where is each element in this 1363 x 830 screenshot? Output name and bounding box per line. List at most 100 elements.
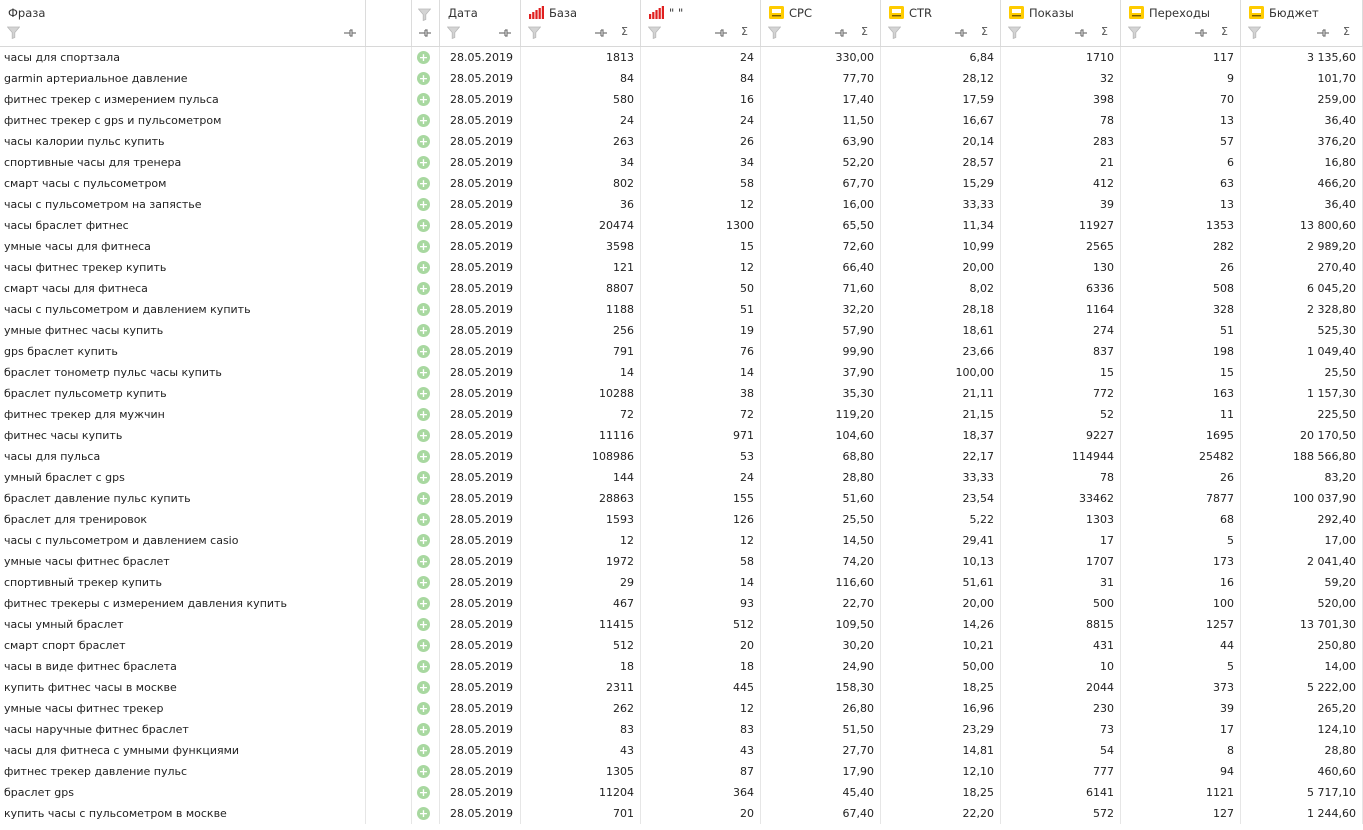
pin-icon[interactable] xyxy=(1195,29,1207,37)
column-title-phrase[interactable]: Фраза xyxy=(8,6,45,20)
column-title-shows[interactable]: Показы xyxy=(1029,6,1074,20)
cell-phrase[interactable]: часы для пульса xyxy=(0,446,366,467)
cell-phrase[interactable]: браслет gps xyxy=(0,782,366,803)
sum-icon[interactable]: Σ xyxy=(741,25,748,38)
table-row[interactable]: часы умный браслет +28.05.2019 11415 512 109… xyxy=(0,614,1363,635)
cell-quoted[interactable]: 50 xyxy=(641,278,761,299)
cell-cpc[interactable]: 17,40 xyxy=(761,89,881,110)
cell-cpc[interactable]: 72,60 xyxy=(761,236,881,257)
pin-icon[interactable] xyxy=(499,29,511,37)
cell-shows[interactable]: 777 xyxy=(1001,761,1121,782)
cell-ctr[interactable]: 6,84 xyxy=(881,47,1001,68)
cell-clicks[interactable]: 1353 xyxy=(1121,215,1241,236)
filter-icon[interactable] xyxy=(768,26,781,39)
cell-quoted[interactable]: 445 xyxy=(641,677,761,698)
add-icon[interactable]: + xyxy=(417,555,430,568)
cell-quoted[interactable]: 20 xyxy=(641,635,761,656)
cell-cpc[interactable]: 109,50 xyxy=(761,614,881,635)
cell-clicks[interactable]: 51 xyxy=(1121,320,1241,341)
cell-base[interactable]: 11204 xyxy=(521,782,641,803)
cell-ctr[interactable]: 20,00 xyxy=(881,593,1001,614)
cell-base[interactable]: 28863 xyxy=(521,488,641,509)
cell-date[interactable]: 28.05.2019 xyxy=(440,614,521,635)
table-row[interactable]: браслет пульсометр купить +28.05.2019 1028… xyxy=(0,383,1363,404)
cell-base[interactable]: 72 xyxy=(521,404,641,425)
cell-budget[interactable]: 520,00 xyxy=(1241,593,1363,614)
cell-budget[interactable]: 2 041,40 xyxy=(1241,551,1363,572)
cell-base[interactable]: 262 xyxy=(521,698,641,719)
cell-quoted[interactable]: 34 xyxy=(641,152,761,173)
add-icon[interactable]: + xyxy=(417,261,430,274)
cell-ctr[interactable]: 20,00 xyxy=(881,257,1001,278)
cell-budget[interactable]: 25,50 xyxy=(1241,362,1363,383)
cell-clicks[interactable]: 63 xyxy=(1121,173,1241,194)
cell-date[interactable]: 28.05.2019 xyxy=(440,782,521,803)
cell-base[interactable]: 1188 xyxy=(521,299,641,320)
table-row[interactable]: смарт часы с пульсометром +28.05.2019 802 5… xyxy=(0,173,1363,194)
cell-cpc[interactable]: 28,80 xyxy=(761,467,881,488)
cell-cpc[interactable]: 51,60 xyxy=(761,488,881,509)
cell-clicks[interactable]: 8 xyxy=(1121,740,1241,761)
cell-cpc[interactable]: 27,70 xyxy=(761,740,881,761)
cell-cpc[interactable]: 45,40 xyxy=(761,782,881,803)
cell-ctr[interactable]: 23,54 xyxy=(881,488,1001,509)
cell-shows[interactable]: 78 xyxy=(1001,110,1121,131)
cell-budget[interactable]: 259,00 xyxy=(1241,89,1363,110)
cell-ctr[interactable]: 11,34 xyxy=(881,215,1001,236)
cell-clicks[interactable]: 328 xyxy=(1121,299,1241,320)
column-header-budget[interactable]: Бюджет Σ xyxy=(1241,0,1363,46)
cell-base[interactable]: 256 xyxy=(521,320,641,341)
cell-base[interactable]: 11116 xyxy=(521,425,641,446)
cell-base[interactable]: 12 xyxy=(521,530,641,551)
cell-cpc[interactable]: 119,20 xyxy=(761,404,881,425)
cell-phrase[interactable]: фитнес трекеры с измерением давления куп… xyxy=(0,593,366,614)
cell-shows[interactable]: 837 xyxy=(1001,341,1121,362)
table-row[interactable]: часы с пульсометром и давлением купить +2… xyxy=(0,299,1363,320)
cell-cpc[interactable]: 116,60 xyxy=(761,572,881,593)
cell-base[interactable]: 3598 xyxy=(521,236,641,257)
cell-date[interactable]: 28.05.2019 xyxy=(440,467,521,488)
cell-base[interactable]: 34 xyxy=(521,152,641,173)
cell-clicks[interactable]: 7877 xyxy=(1121,488,1241,509)
cell-date[interactable]: 28.05.2019 xyxy=(440,47,521,68)
cell-shows[interactable]: 2565 xyxy=(1001,236,1121,257)
add-icon[interactable]: + xyxy=(417,471,430,484)
cell-budget[interactable]: 265,20 xyxy=(1241,698,1363,719)
cell-shows[interactable]: 230 xyxy=(1001,698,1121,719)
cell-ctr[interactable]: 21,15 xyxy=(881,404,1001,425)
cell-cpc[interactable]: 26,80 xyxy=(761,698,881,719)
sum-icon[interactable]: Σ xyxy=(1343,25,1350,38)
cell-phrase[interactable]: фитнес трекер давление пульс xyxy=(0,761,366,782)
cell-cpc[interactable]: 63,90 xyxy=(761,131,881,152)
add-icon[interactable]: + xyxy=(417,72,430,85)
cell-budget[interactable]: 466,20 xyxy=(1241,173,1363,194)
cell-quoted[interactable]: 512 xyxy=(641,614,761,635)
cell-cpc[interactable]: 74,20 xyxy=(761,551,881,572)
cell-date[interactable]: 28.05.2019 xyxy=(440,572,521,593)
cell-clicks[interactable]: 5 xyxy=(1121,530,1241,551)
cell-ctr[interactable]: 18,25 xyxy=(881,782,1001,803)
cell-phrase[interactable]: часы фитнес трекер купить xyxy=(0,257,366,278)
cell-budget[interactable]: 36,40 xyxy=(1241,194,1363,215)
pin-icon[interactable] xyxy=(419,29,431,37)
sum-icon[interactable]: Σ xyxy=(621,25,628,38)
cell-ctr[interactable]: 22,17 xyxy=(881,446,1001,467)
cell-budget[interactable]: 16,80 xyxy=(1241,152,1363,173)
cell-cpc[interactable]: 158,30 xyxy=(761,677,881,698)
cell-quoted[interactable]: 126 xyxy=(641,509,761,530)
cell-phrase[interactable]: спортивные часы для тренера xyxy=(0,152,366,173)
cell-ctr[interactable]: 22,20 xyxy=(881,803,1001,824)
cell-phrase[interactable]: фитнес трекер с измерением пульса xyxy=(0,89,366,110)
cell-base[interactable]: 10288 xyxy=(521,383,641,404)
cell-ctr[interactable]: 21,11 xyxy=(881,383,1001,404)
cell-shows[interactable]: 10 xyxy=(1001,656,1121,677)
cell-base[interactable]: 36 xyxy=(521,194,641,215)
cell-base[interactable]: 24 xyxy=(521,110,641,131)
cell-base[interactable]: 1972 xyxy=(521,551,641,572)
filter-icon[interactable] xyxy=(7,26,20,39)
cell-quoted[interactable]: 14 xyxy=(641,362,761,383)
add-icon[interactable]: + xyxy=(417,366,430,379)
cell-date[interactable]: 28.05.2019 xyxy=(440,677,521,698)
table-row[interactable]: часы в виде фитнес браслета +28.05.2019 18… xyxy=(0,656,1363,677)
table-row[interactable]: умные фитнес часы купить +28.05.2019 256 19… xyxy=(0,320,1363,341)
